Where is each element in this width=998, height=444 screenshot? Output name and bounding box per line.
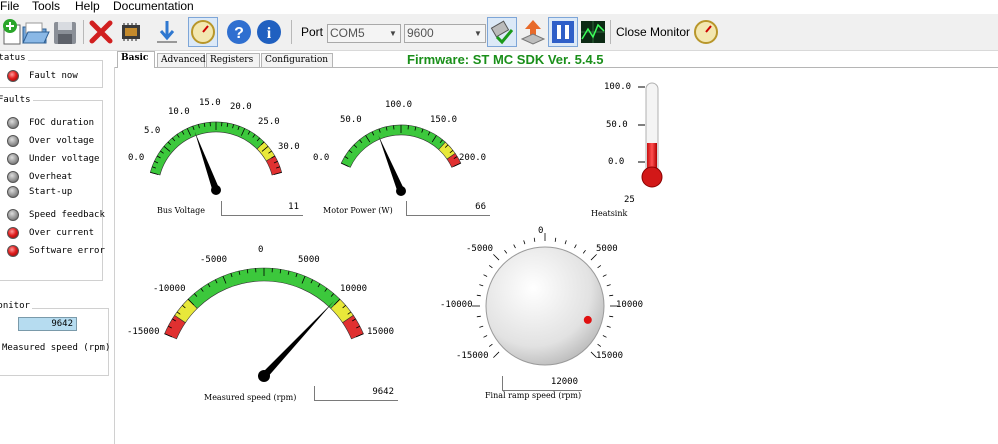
- knob-tick-label: -15000: [456, 351, 489, 361]
- final-ramp-value[interactable]: 12000: [502, 376, 582, 391]
- knob-tick: [606, 284, 611, 287]
- gauge-tick-label: -15000: [127, 327, 160, 337]
- gauge-needle: [378, 135, 405, 193]
- thermometer-tick-label: 100.0: [604, 82, 632, 92]
- gauge-hub: [396, 186, 406, 196]
- knob-tick-label: 10000: [616, 300, 644, 310]
- knob-tick: [590, 254, 597, 261]
- knob-tick: [523, 240, 526, 245]
- knob-tick: [479, 284, 484, 287]
- knob-tick: [513, 244, 516, 249]
- knob-tick-label: -10000: [440, 300, 473, 310]
- thermometer-tick-label: 0.0: [608, 157, 625, 167]
- knob-tick: [493, 351, 500, 358]
- knob-tick-label: 5000: [596, 244, 618, 254]
- heatsink-thermometer: [638, 82, 663, 188]
- motor-power-gauge: [340, 124, 462, 196]
- heatsink-label: Heatsink: [591, 209, 628, 218]
- gauge-tick-label: 5.0: [144, 126, 161, 136]
- gauge-tick-label: 0.0: [128, 153, 145, 163]
- measured-speed-label: Measured speed (rpm): [204, 393, 297, 402]
- heatsink-value: 25: [624, 195, 635, 205]
- knob-tick: [602, 335, 607, 338]
- knob-tick: [483, 274, 488, 277]
- gauge-tick-label: 10.0: [168, 107, 190, 117]
- motor-power-label: Motor Power (W): [323, 206, 393, 215]
- measured-speed-gauge: [164, 267, 364, 382]
- knob-tick: [533, 237, 536, 242]
- bus-voltage-value: 11: [221, 201, 303, 216]
- gauge-tick-label: 150.0: [430, 115, 458, 125]
- gauges-canvas: [149, 82, 663, 382]
- gauge-tick-label: 10000: [340, 284, 368, 294]
- knob-body: [485, 246, 605, 366]
- gauge-needle: [261, 300, 335, 379]
- knob-tick: [609, 294, 614, 297]
- knob-tick: [564, 240, 567, 245]
- knob-tick: [476, 315, 481, 318]
- thermometer-bulb: [641, 166, 663, 188]
- thermometer-tick-label: 50.0: [606, 120, 628, 130]
- gauge-tick-label: -10000: [153, 284, 186, 294]
- knob-indicator: [583, 315, 592, 324]
- gauge-tick-label: 200.0: [459, 153, 487, 163]
- knob-tick-label: 15000: [596, 351, 624, 361]
- gauge-tick-label: 20.0: [230, 102, 252, 112]
- knob-tick: [582, 249, 586, 254]
- knob-tick: [597, 343, 602, 347]
- gauge-band: [340, 124, 446, 168]
- knob-tick: [488, 265, 493, 269]
- gauge-tick-label: 15000: [367, 327, 395, 337]
- knob-tick: [606, 325, 611, 328]
- knob-tick: [597, 265, 602, 269]
- gauge-tick-label: 25.0: [258, 117, 280, 127]
- gauge-needle: [194, 131, 220, 192]
- measured-speed-value: 9642: [314, 386, 398, 401]
- knob-tick: [602, 274, 607, 277]
- gauge-tick-label: 0.0: [313, 153, 330, 163]
- gauge-tick-label: 50.0: [340, 115, 362, 125]
- bus-voltage-label: Bus Voltage: [157, 206, 205, 215]
- knob-tick-label: 0: [538, 226, 544, 236]
- knob-tick: [488, 343, 493, 347]
- bus-voltage-gauge: [149, 121, 283, 195]
- knob-tick: [476, 294, 481, 297]
- knob-tick: [574, 244, 577, 249]
- knob-tick: [554, 237, 557, 242]
- gauge-tick-label: 5000: [298, 255, 320, 265]
- gauge-hub: [258, 370, 270, 382]
- gauge-tick-label: -5000: [200, 255, 228, 265]
- knob-tick-label: -5000: [466, 244, 494, 254]
- knob-tick: [609, 315, 614, 318]
- knob-tick: [493, 254, 500, 261]
- motor-power-value: 66: [406, 201, 490, 216]
- gauge-hub: [211, 185, 221, 195]
- knob-tick: [479, 325, 484, 328]
- final-ramp-label: Final ramp speed (rpm): [485, 391, 582, 400]
- gauge-tick-label: 15.0: [199, 98, 221, 108]
- knob-tick: [504, 249, 508, 254]
- gauge-tick-label: 100.0: [385, 100, 413, 110]
- gauge-tick-label: 30.0: [278, 142, 300, 152]
- knob-tick: [483, 335, 488, 338]
- gauge-tick-label: 0: [258, 245, 264, 255]
